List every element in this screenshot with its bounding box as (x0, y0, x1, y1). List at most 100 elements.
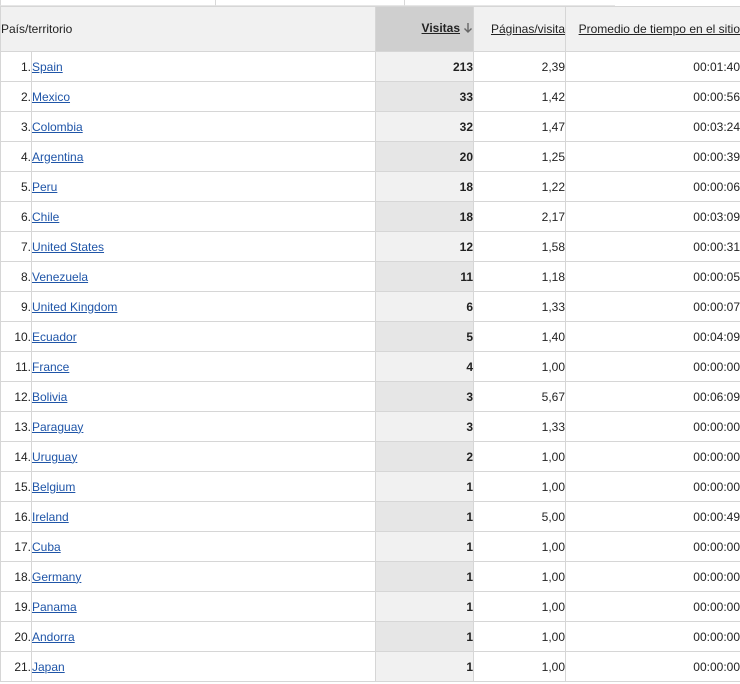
row-avg-time: 00:00:00 (565, 561, 740, 592)
row-avg-time: 00:00:00 (565, 351, 740, 382)
table-row: 14. Uruguay 2 1,00 00:00:00 (0, 441, 740, 472)
row-pages-per-visit: 1,00 (473, 651, 567, 682)
country-link[interactable]: United States (33, 240, 105, 254)
row-rank: 11. (0, 351, 32, 382)
row-rank: 12. (0, 381, 32, 412)
row-visits: 11 (375, 261, 475, 292)
table-row: 11. France 4 1,00 00:00:00 (0, 351, 740, 382)
country-link[interactable]: France (33, 360, 70, 374)
row-avg-time: 00:06:09 (565, 381, 740, 412)
row-pages-per-visit: 1,58 (473, 231, 567, 262)
row-rank: 17. (0, 531, 32, 562)
row-avg-time: 00:00:00 (565, 621, 740, 652)
table-row: 19. Panama 1 1,00 00:00:00 (0, 591, 740, 622)
row-visits: 3 (375, 411, 475, 442)
row-avg-time: 00:00:00 (565, 471, 740, 502)
visits-sort-link[interactable]: Visitas (422, 21, 460, 35)
pages-column-header[interactable]: Páginas/visita (473, 6, 567, 52)
country-link[interactable]: Spain (33, 60, 63, 74)
row-visits: 20 (375, 141, 475, 172)
row-avg-time: 00:00:00 (565, 441, 740, 472)
row-visits: 1 (375, 591, 475, 622)
country-link[interactable]: Andorra (33, 630, 75, 644)
country-link[interactable]: Japan (33, 660, 65, 674)
country-link[interactable]: Chile (33, 210, 60, 224)
row-rank: 20. (0, 621, 32, 652)
table-row: 18. Germany 1 1,00 00:00:00 (0, 561, 740, 592)
country-link[interactable]: Mexico (33, 90, 71, 104)
row-rank: 5. (0, 171, 32, 202)
row-rank: 21. (0, 651, 32, 682)
country-link[interactable]: Colombia (33, 120, 83, 134)
table-row: 6. Chile 18 2,17 00:03:09 (0, 201, 740, 232)
row-visits: 6 (375, 291, 475, 322)
time-column-header[interactable]: Promedio de tiempo en el sitio (565, 6, 740, 52)
row-avg-time: 00:00:07 (565, 291, 740, 322)
table-row: 2. Mexico 33 1,42 00:00:56 (0, 81, 740, 112)
row-avg-time: 00:00:00 (565, 531, 740, 562)
table-row: 5. Peru 18 1,22 00:00:06 (0, 171, 740, 202)
row-pages-per-visit: 2,39 (473, 51, 567, 82)
table-row: 15. Belgium 1 1,00 00:00:00 (0, 471, 740, 502)
country-link[interactable]: Paraguay (33, 420, 84, 434)
time-sort-link[interactable]: Promedio de tiempo en el sitio (579, 22, 740, 36)
country-column-header: País/territorio (0, 6, 377, 52)
country-link[interactable]: Cuba (33, 540, 61, 554)
row-rank: 1. (0, 51, 32, 82)
row-rank: 2. (0, 81, 32, 112)
row-pages-per-visit: 1,22 (473, 171, 567, 202)
row-pages-per-visit: 1,47 (473, 111, 567, 142)
row-pages-per-visit: 1,18 (473, 261, 567, 292)
row-pages-per-visit: 5,00 (473, 501, 567, 532)
row-rank: 4. (0, 141, 32, 172)
table-row: 10. Ecuador 5 1,40 00:04:09 (0, 321, 740, 352)
row-pages-per-visit: 1,00 (473, 591, 567, 622)
row-rank: 14. (0, 441, 32, 472)
row-rank: 10. (0, 321, 32, 352)
table-row: 21. Japan 1 1,00 00:00:00 (0, 651, 740, 682)
row-rank: 7. (0, 231, 32, 262)
row-rank: 19. (0, 591, 32, 622)
table-body: 1. Spain 213 2,39 00:01:40 2. Mexico 33 1,42 00:0… (0, 51, 740, 682)
row-rank: 18. (0, 561, 32, 592)
country-link[interactable]: Argentina (33, 150, 84, 164)
row-avg-time: 00:00:31 (565, 231, 740, 262)
row-country-cell: Bolivia (30, 381, 377, 412)
row-visits: 4 (375, 351, 475, 382)
visits-column-header[interactable]: Visitas (375, 6, 475, 52)
country-link[interactable]: Ireland (33, 510, 69, 524)
country-link[interactable]: United Kingdom (33, 300, 118, 314)
country-link[interactable]: Uruguay (33, 450, 78, 464)
table-row: 20. Andorra 1 1,00 00:00:00 (0, 621, 740, 652)
row-pages-per-visit: 2,17 (473, 201, 567, 232)
row-visits: 2 (375, 441, 475, 472)
row-country-cell: Chile (30, 201, 377, 232)
country-link[interactable]: Ecuador (33, 330, 77, 344)
pages-sort-link[interactable]: Páginas/visita (491, 22, 565, 36)
row-pages-per-visit: 1,33 (473, 291, 567, 322)
row-country-cell: Panama (30, 591, 377, 622)
arrow-down-icon (463, 22, 473, 37)
row-visits: 1 (375, 501, 475, 532)
row-country-cell: Ireland (30, 501, 377, 532)
country-link[interactable]: Panama (33, 600, 77, 614)
row-rank: 3. (0, 111, 32, 142)
row-pages-per-visit: 1,00 (473, 351, 567, 382)
row-avg-time: 00:00:00 (565, 591, 740, 622)
country-link[interactable]: Venezuela (33, 270, 89, 284)
row-visits: 18 (375, 201, 475, 232)
country-link[interactable]: Germany (33, 570, 82, 584)
row-country-cell: Japan (30, 651, 377, 682)
row-rank: 15. (0, 471, 32, 502)
country-link[interactable]: Belgium (33, 480, 76, 494)
country-link[interactable]: Peru (33, 180, 58, 194)
row-country-cell: Argentina (30, 141, 377, 172)
row-rank: 16. (0, 501, 32, 532)
country-link[interactable]: Bolivia (33, 390, 68, 404)
row-rank: 8. (0, 261, 32, 292)
row-avg-time: 00:00:49 (565, 501, 740, 532)
row-avg-time: 00:04:09 (565, 321, 740, 352)
row-country-cell: Peru (30, 171, 377, 202)
row-visits: 32 (375, 111, 475, 142)
country-table: País/territorio Visitas Páginas/visita P… (0, 6, 740, 682)
